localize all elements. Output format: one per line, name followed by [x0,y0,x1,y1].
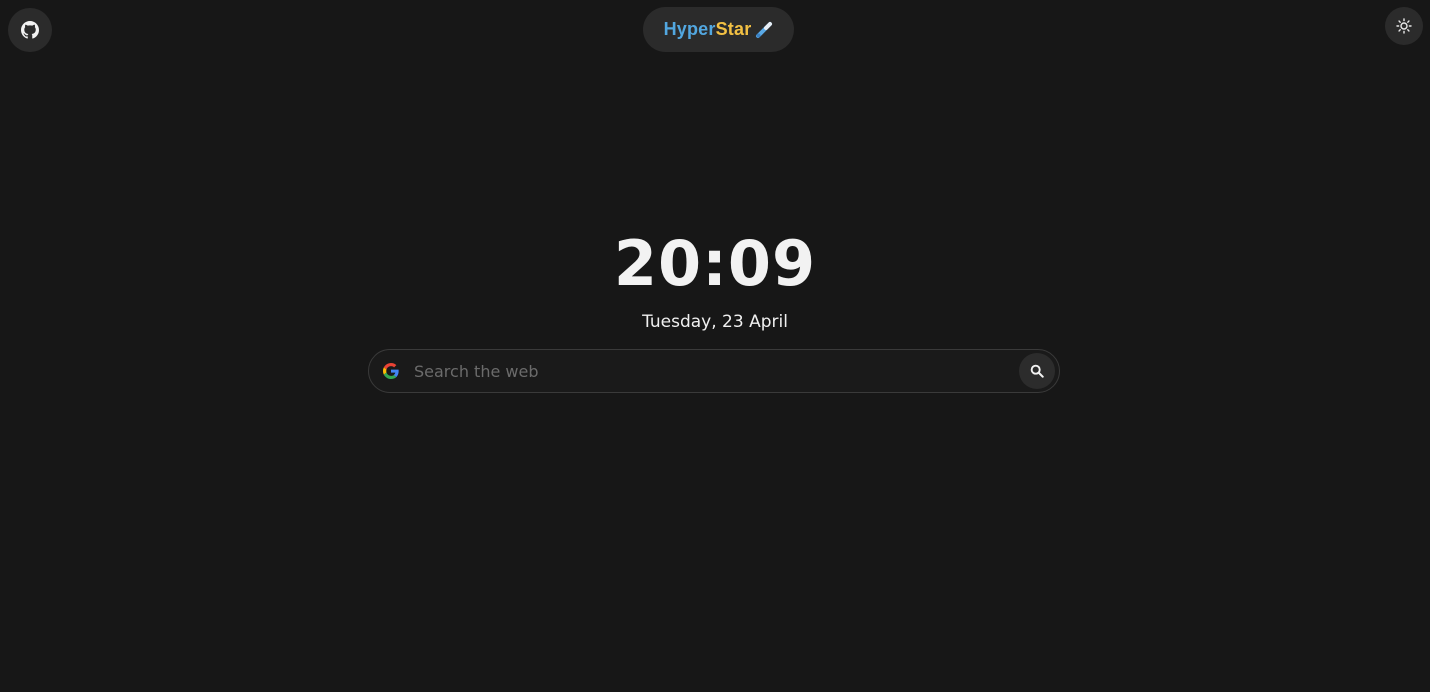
search-input[interactable] [412,355,1019,387]
clock-time: 20:09 [613,227,817,300]
github-button[interactable] [8,8,52,52]
search-icon [1030,364,1044,378]
github-icon [21,21,39,39]
brand-name-part2: Star [715,19,752,39]
google-icon[interactable] [383,363,399,379]
paintbrush-icon [755,21,773,39]
clock-date: Tuesday, 23 April [642,312,788,332]
brand-logo: Hyper Star [643,7,794,52]
theme-toggle-button[interactable] [1385,7,1423,45]
search-bar [368,349,1060,393]
new-tab-page: Hyper Star 20:09 Tuesday, 23 April Searc… [0,0,1430,692]
sun-icon [1396,18,1412,34]
search-submit-button[interactable] [1019,353,1055,389]
brand-name-part1: Hyper [663,19,716,39]
